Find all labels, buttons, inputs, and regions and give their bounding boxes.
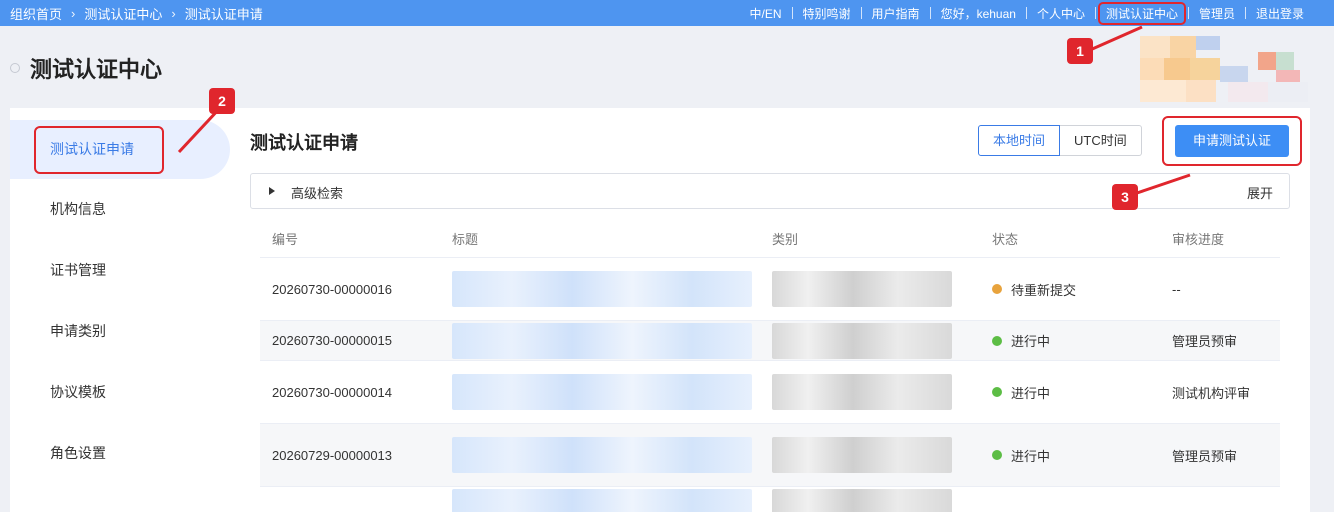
blurred-logo-image: [1140, 36, 1310, 102]
sidebar-item-application-types[interactable]: 申请类别: [10, 301, 230, 362]
blurred-title: [452, 374, 752, 410]
apply-test-cert-button[interactable]: 申请测试认证: [1175, 125, 1289, 157]
cell-category: [760, 374, 980, 410]
nav-user-guide[interactable]: 用户指南: [862, 5, 930, 22]
table-row[interactable]: [260, 487, 1280, 512]
table-row[interactable]: 20260730-00000014 进行中 测试机构评审: [260, 361, 1280, 424]
status-dot-icon: [992, 284, 1002, 294]
sidebar-item-org-info[interactable]: 机构信息: [10, 179, 230, 240]
cell-title: [440, 437, 760, 473]
top-nav: 中/EN 特别鸣谢 用户指南 您好，kehuan 个人中心 测试认证中心 管理员…: [740, 0, 1314, 26]
nav-personal-center[interactable]: 个人中心: [1027, 5, 1095, 22]
sidebar-item-agreement-templates[interactable]: 协议模板: [10, 362, 230, 423]
breadcrumb: 组织首页 › 测试认证中心 › 测试认证申请: [10, 0, 263, 26]
applications-table: 编号 标题 类别 状态 审核进度 20260730-00000016 待重新提交…: [260, 220, 1280, 512]
nav-test-cert-center[interactable]: 测试认证中心: [1097, 1, 1186, 25]
title-icon: [10, 63, 20, 73]
annotation-marker-1: 1: [1067, 38, 1093, 64]
status-text: 进行中: [1011, 334, 1051, 349]
status-dot-icon: [992, 450, 1002, 460]
chevron-right-icon: ›: [71, 5, 76, 21]
sidebar: 测试认证申请 机构信息 证书管理 申请类别 协议模板 角色设置: [10, 120, 230, 484]
sidebar-item-role-settings[interactable]: 角色设置: [10, 423, 230, 484]
cell-status: 进行中: [980, 446, 1160, 465]
nav-greeting: 您好，kehuan: [940, 6, 1016, 21]
blurred-category: [772, 437, 952, 473]
advanced-search-label: 高级检索: [291, 186, 344, 201]
blurred-title: [452, 271, 752, 307]
breadcrumb-center[interactable]: 测试认证中心: [84, 4, 162, 23]
caret-right-icon: [269, 187, 275, 195]
cell-progress: --: [1172, 281, 1181, 297]
status-text: 进行中: [1011, 385, 1051, 401]
sidebar-item-cert-management[interactable]: 证书管理: [10, 240, 230, 301]
breadcrumb-home[interactable]: 组织首页: [10, 4, 62, 23]
highlight-box-sidebar: [34, 126, 164, 174]
cell-id: 20260730-00000014: [272, 384, 393, 400]
status-dot-icon: [992, 387, 1002, 397]
cell-category: [760, 322, 980, 359]
annotation-marker-3: 3: [1112, 184, 1138, 210]
cell-status: 进行中: [980, 331, 1160, 350]
column-header-title: 标题: [452, 232, 479, 247]
breadcrumb-current: 测试认证申请: [184, 6, 263, 22]
nav-admin[interactable]: 管理员: [1189, 5, 1245, 22]
content-title: 测试认证申请: [250, 133, 358, 153]
cell-title: [440, 489, 760, 512]
table-header: 编号 标题 类别 状态 审核进度: [260, 220, 1280, 258]
page-title: 测试认证中心: [30, 57, 163, 82]
cell-id: 20260730-00000015: [272, 333, 393, 348]
cell-progress: 管理员预审: [1172, 334, 1238, 349]
column-header-category: 类别: [772, 232, 799, 247]
cell-title: [440, 374, 760, 410]
time-zone-toggle: 本地时间 UTC时间: [978, 125, 1142, 156]
nav-logout[interactable]: 退出登录: [1246, 5, 1314, 22]
cell-category: [760, 489, 980, 512]
nav-acknowledgements[interactable]: 特别鸣谢: [793, 5, 861, 22]
table-row[interactable]: 20260729-00000013 进行中 管理员预审: [260, 424, 1280, 487]
cell-title: [440, 271, 760, 307]
expand-link[interactable]: 展开: [1247, 183, 1273, 202]
cell-title: [440, 322, 760, 359]
table-row[interactable]: 20260730-00000015 进行中 管理员预审: [260, 321, 1280, 361]
utc-time-button[interactable]: UTC时间: [1060, 125, 1142, 156]
blurred-title: [452, 437, 752, 473]
blurred-category: [772, 322, 952, 359]
blurred-category: [772, 374, 952, 410]
nav-divider: [1094, 7, 1096, 19]
cell-progress: 测试机构评审: [1172, 385, 1251, 401]
cell-category: [760, 271, 980, 307]
cell-progress: 管理员预审: [1172, 448, 1238, 464]
cell-status: 待重新提交: [980, 280, 1160, 299]
cell-category: [760, 437, 980, 473]
blurred-title: [452, 489, 752, 512]
blurred-category: [772, 489, 952, 512]
cell-status: 进行中: [980, 383, 1160, 402]
table-row[interactable]: 20260730-00000016 待重新提交 --: [260, 258, 1280, 321]
column-header-progress: 审核进度: [1172, 232, 1225, 247]
language-toggle[interactable]: 中/EN: [740, 5, 792, 22]
blurred-title: [452, 322, 752, 359]
cell-id: 20260730-00000016: [272, 281, 393, 297]
top-bar: 组织首页 › 测试认证中心 › 测试认证申请 中/EN 特别鸣谢 用户指南 您好…: [0, 0, 1334, 26]
annotation-arrow-1: [1089, 25, 1143, 52]
annotation-marker-2: 2: [209, 88, 235, 114]
status-text: 进行中: [1011, 448, 1051, 464]
cell-id: 20260729-00000013: [272, 447, 393, 463]
column-header-id: 编号: [272, 232, 299, 247]
status-text: 待重新提交: [1011, 282, 1077, 298]
chevron-right-icon: ›: [171, 5, 176, 21]
column-header-status: 状态: [992, 232, 1019, 247]
blurred-category: [772, 271, 952, 307]
status-dot-icon: [992, 335, 1002, 346]
local-time-button[interactable]: 本地时间: [978, 125, 1061, 156]
